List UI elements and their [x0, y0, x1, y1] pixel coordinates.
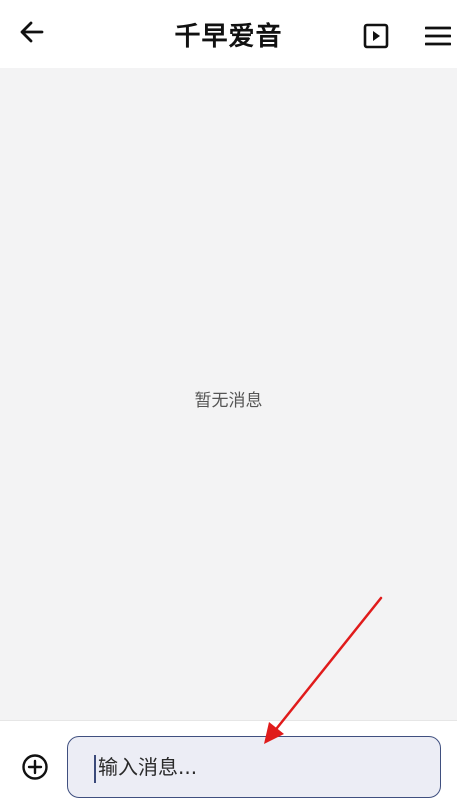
message-input[interactable]	[96, 737, 430, 797]
play-square-icon	[363, 23, 389, 49]
message-input-container[interactable]	[67, 736, 441, 798]
message-composer	[0, 720, 457, 800]
arrow-left-icon	[20, 21, 44, 43]
menu-button[interactable]	[420, 18, 456, 54]
empty-state-text: 暂无消息	[194, 391, 263, 411]
chat-screen: 千早爱音 暂无消息	[0, 0, 457, 800]
back-button[interactable]	[14, 14, 50, 50]
top-app-bar: 千早爱音	[0, 0, 457, 68]
play-button[interactable]	[358, 18, 394, 54]
hamburger-menu-icon	[425, 26, 451, 46]
plus-circle-icon	[22, 754, 48, 780]
message-list[interactable]: 暂无消息	[0, 68, 457, 720]
add-attachment-button[interactable]	[18, 750, 52, 784]
